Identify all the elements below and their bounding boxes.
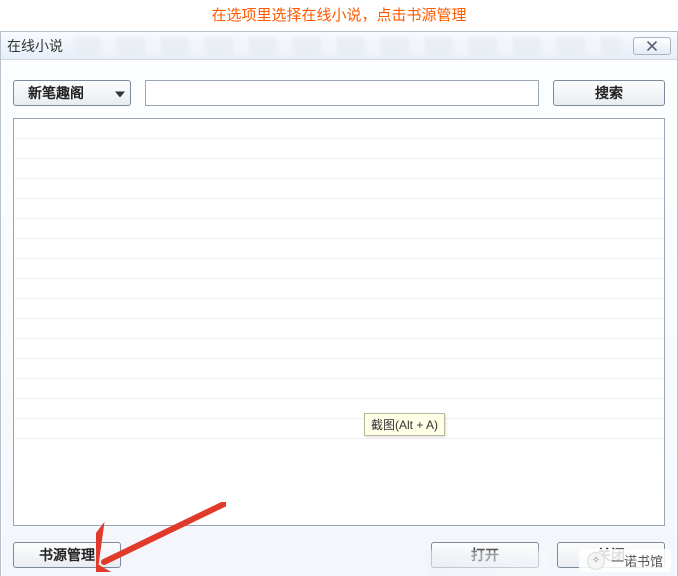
list-row bbox=[14, 399, 664, 419]
list-row bbox=[14, 239, 664, 259]
list-row bbox=[14, 179, 664, 199]
watermark-label: 一诺书馆 bbox=[611, 551, 663, 570]
results-list[interactable]: 截图(Alt + A) bbox=[13, 118, 665, 526]
bottom-button-row: 书源管理 打开 关闭 bbox=[13, 538, 665, 568]
titlebar: 在线小说 bbox=[1, 32, 677, 60]
titlebar-blurred-region bbox=[73, 37, 623, 55]
search-button[interactable]: 搜索 bbox=[553, 80, 665, 106]
wechat-icon: ✧ bbox=[587, 552, 605, 570]
search-input[interactable] bbox=[145, 80, 539, 106]
window-close-button[interactable] bbox=[633, 37, 671, 55]
list-row bbox=[14, 339, 664, 359]
list-row bbox=[14, 159, 664, 179]
dialog-window: 在线小说 新笔趣阁 搜索 bbox=[0, 31, 678, 576]
list-row bbox=[14, 299, 664, 319]
list-row bbox=[14, 219, 664, 239]
list-row bbox=[14, 419, 664, 439]
search-row: 新笔趣阁 搜索 bbox=[13, 80, 665, 106]
list-row bbox=[14, 139, 664, 159]
list-row bbox=[14, 259, 664, 279]
manage-sources-button[interactable]: 书源管理 bbox=[13, 542, 121, 568]
instruction-annotation: 在选项里选择在线小说，点击书源管理 bbox=[0, 0, 678, 31]
list-row bbox=[14, 359, 664, 379]
list-row bbox=[14, 199, 664, 219]
list-row bbox=[14, 119, 664, 139]
window-title: 在线小说 bbox=[7, 36, 63, 56]
close-icon bbox=[646, 41, 658, 51]
open-button[interactable]: 打开 bbox=[431, 542, 539, 568]
list-row bbox=[14, 279, 664, 299]
source-combobox[interactable]: 新笔趣阁 bbox=[13, 80, 131, 106]
client-area: 新笔趣阁 搜索 截图(Alt + A) bbox=[1, 60, 677, 576]
screenshot-tooltip: 截图(Alt + A) bbox=[364, 413, 445, 436]
source-combobox-button[interactable]: 新笔趣阁 bbox=[13, 80, 131, 106]
list-row bbox=[14, 319, 664, 339]
list-row bbox=[14, 379, 664, 399]
watermark: ✧ 一诺书馆 bbox=[579, 549, 671, 572]
